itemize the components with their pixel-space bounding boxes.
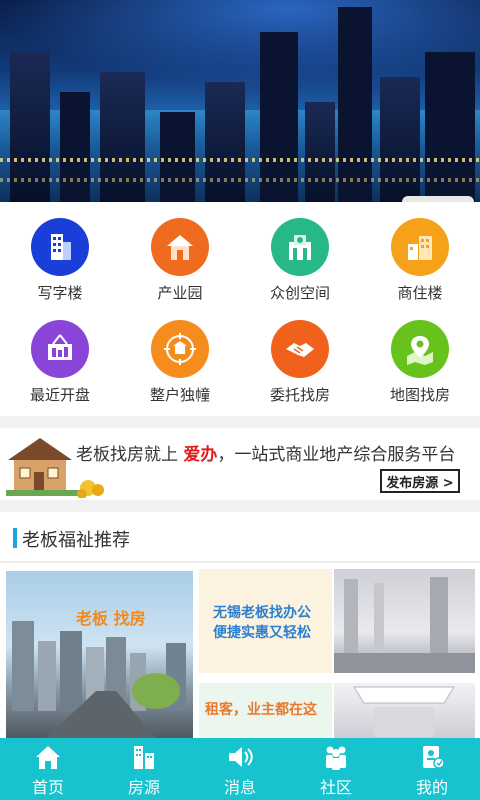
tab-label: 首页 [31,778,64,797]
speaker-icon [226,744,254,770]
publish-listing-button[interactable]: 发布房源 > [380,469,460,493]
tab-messages[interactable]: 消息 [192,738,288,800]
category-label: 写字楼 [37,284,83,302]
tab-home[interactable]: 首页 [0,738,96,800]
tab-label: 消息 [223,778,256,797]
category-entrusted-search[interactable]: 委托找房 [240,304,360,404]
tab-listings[interactable]: 房源 [96,738,192,800]
industrial-house-icon [151,218,209,276]
card-caption-line: 无锡老板找办公 [213,605,311,621]
category-label: 商住楼 [397,284,443,302]
category-label: 众创空间 [269,284,330,302]
banner-building [305,102,335,202]
category-label: 最近开盘 [29,386,90,404]
profile-document-icon [418,744,446,770]
category-industrial-park[interactable]: 产业园 [120,202,240,302]
category-grid: 写字楼 产业园 众创空间 商住楼 最近开盘 整户独幢 委托找房 地图找房 [0,202,480,416]
recommend-card-lobby[interactable] [334,569,475,673]
recommend-card-tenants[interactable]: 租客，业主都在这 [199,683,332,743]
category-office[interactable]: 写字楼 [0,202,120,302]
section-accent-bar [13,528,17,548]
banner-building [100,72,145,202]
banner-building [260,32,298,202]
category-label: 委托找房 [269,386,330,404]
recommend-grid: 老板 找房 无锡老板找办公 便捷实惠又轻松 租客，业主都在这 [0,563,480,743]
banner-building [338,7,372,202]
card-caption-line: 便捷实惠又轻松 [213,625,311,641]
card-caption: 无锡老板找办公 便捷实惠又轻松 [213,603,311,643]
office-building-icon [31,218,89,276]
handshake-icon [271,320,329,378]
banner-building [205,82,245,202]
promo-text-suffix: ，一站式商业地产综合服务平台 [217,445,456,465]
category-label: 整户独幢 [149,386,210,404]
tab-profile[interactable]: 我的 [384,738,480,800]
home-icon [34,744,62,770]
category-label: 产业园 [157,284,203,302]
banner-lights [0,158,480,162]
category-map-search[interactable]: 地图找房 [360,304,480,404]
coworking-space-icon [271,218,329,276]
tab-label: 房源 [127,778,160,797]
hero-banner[interactable] [0,0,480,202]
buildings-icon [130,744,158,770]
bottom-tab-bar: 首页 房源 消息 社区 我的 [0,738,480,800]
category-label: 地图找房 [389,386,450,404]
promo-text: 老板找房就上 爱办，一站式商业地产综合服务平台 [76,440,455,465]
map-pin-icon [391,320,449,378]
recommend-card-large[interactable]: 老板 找房 [6,571,193,738]
card-caption: 租客，业主都在这 [205,702,317,718]
community-people-icon [322,744,350,770]
banner-lights [0,178,480,182]
category-new-opening[interactable]: 最近开盘 [0,304,120,404]
recommend-card-interior[interactable] [334,683,475,743]
promo-text-prefix: 老板找房就上 [76,445,184,465]
promo-banner[interactable]: 老板找房就上 爱办，一站式商业地产综合服务平台 发布房源 > [0,428,480,500]
new-opening-sign-icon [31,320,89,378]
app-screen: 写字楼 产业园 众创空间 商住楼 最近开盘 整户独幢 委托找房 地图找房 老板找… [0,0,480,800]
whole-building-target-icon [151,320,209,378]
card-caption: 老板 找房 [76,609,146,628]
category-coworking[interactable]: 众创空间 [240,202,360,302]
promo-brand: 爱办 [183,445,218,465]
category-whole-building[interactable]: 整户独幢 [120,304,240,404]
tab-community[interactable]: 社区 [288,738,384,800]
section-header: 老板福祉推荐 [0,512,480,562]
banner-building [160,112,195,202]
banner-building [380,77,420,202]
category-commercial-residential[interactable]: 商住楼 [360,202,480,302]
section-title: 老板福祉推荐 [22,530,130,551]
recommend-card-office[interactable]: 无锡老板找办公 便捷实惠又轻松 [199,569,332,673]
commercial-residential-icon [391,218,449,276]
tab-label: 我的 [415,778,448,797]
banner-building [60,92,90,202]
tab-label: 社区 [319,778,352,797]
